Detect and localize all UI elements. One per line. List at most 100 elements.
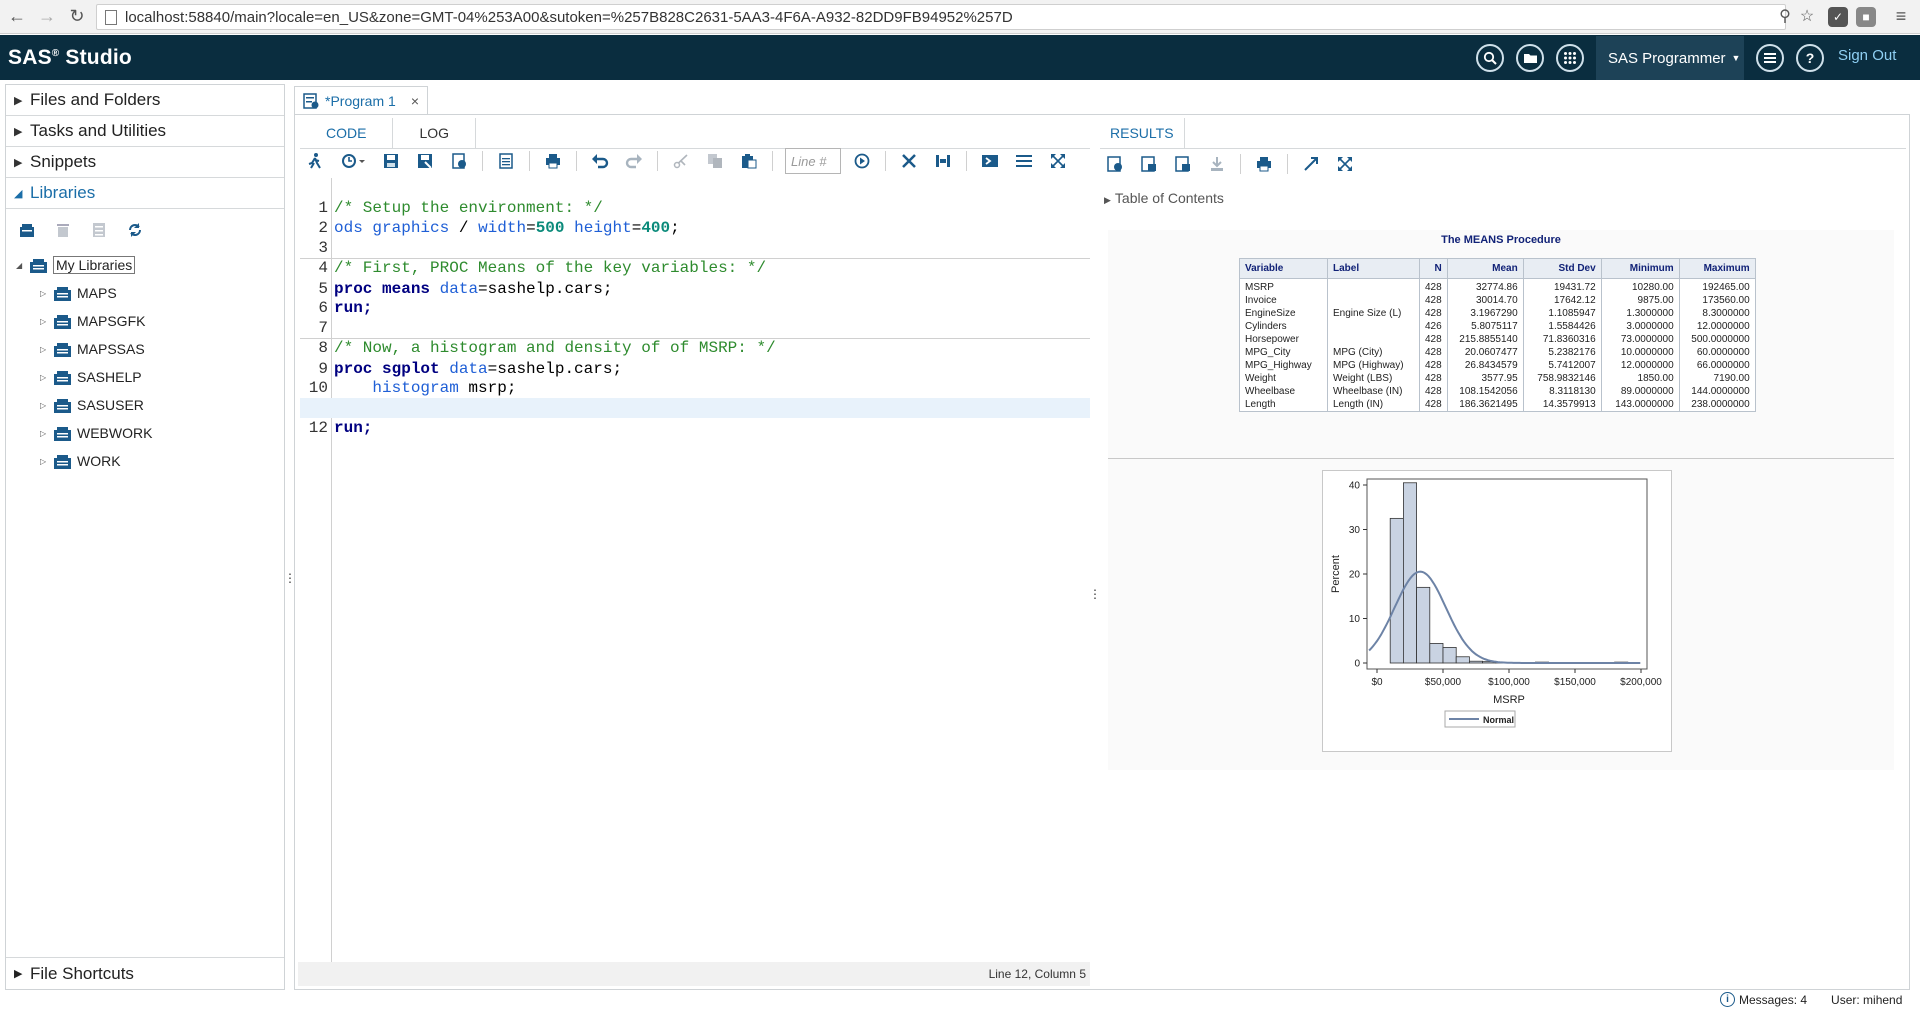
tree-label: SASUSER [77,397,144,413]
table-cell: 5.7412007 [1522,359,1602,372]
download-pdf-icon[interactable] [1138,153,1160,175]
options-menu-icon[interactable] [1756,44,1784,72]
properties-icon[interactable] [88,219,110,241]
pocket-extension-icon[interactable]: ✓ [1828,7,1848,27]
output-divider [1108,458,1894,459]
print-icon[interactable] [542,150,564,172]
table-cell: 1.1085947 [1522,307,1602,320]
tab-code[interactable]: CODE [300,118,394,148]
run-icon[interactable] [304,150,326,172]
folder-icon[interactable] [1516,44,1544,72]
tree-node-mapssas[interactable]: ▷ MAPSSAS [6,335,284,363]
tree-node-webwork[interactable]: ▷ WEBWORK [6,419,284,447]
table-cell: 186.3621495 [1446,398,1524,412]
apps-grid-icon[interactable] [1556,44,1584,72]
new-library-icon[interactable] [16,219,38,241]
table-cell: 3.1967290 [1446,307,1524,320]
sign-out-link[interactable]: Sign Out [1838,47,1896,64]
column-header: N [1419,258,1448,279]
app-title: SAS® Studio [8,45,132,69]
expand-icon: ▶ [1104,195,1111,205]
table-cell: 30014.70 [1446,294,1524,307]
download-html-icon[interactable] [1104,153,1126,175]
save-icon[interactable] [380,150,402,172]
clear-code-icon[interactable] [898,150,920,172]
refresh-icon[interactable] [124,219,146,241]
toolbar-separator [772,151,773,171]
table-of-contents-toggle[interactable]: ▶ Table of Contents [1104,190,1224,206]
format-code-icon[interactable] [932,150,954,172]
print-icon[interactable] [1253,153,1275,175]
table-cell: 143.0000000 [1600,398,1680,412]
download-icon[interactable] [448,150,470,172]
maximize-icon[interactable] [1047,150,1069,172]
help-icon[interactable]: ? [1796,44,1824,72]
tree-node-work[interactable]: ▷ WORK [6,447,284,475]
tree-node-mapsgfk[interactable]: ▷ MAPSGFK [6,307,284,335]
maximize-icon[interactable] [1334,153,1356,175]
forward-icon[interactable]: → [34,4,60,30]
download-icon[interactable] [1206,153,1228,175]
tree-node-my-libraries[interactable]: ◢ My Libraries [6,251,284,279]
new-file-icon[interactable] [495,150,517,172]
messages-count[interactable]: Messages: 4 [1739,993,1807,1007]
expand-icon: ▶ [14,156,23,169]
tree-node-sasuser[interactable]: ▷ SASUSER [6,391,284,419]
bookmark-star-icon[interactable]: ☆ [1796,5,1818,27]
table-cell: MPG (City) [1327,346,1420,359]
browser-menu-icon[interactable]: ≡ [1890,5,1912,27]
table-cell: 1.3000000 [1600,307,1680,320]
code-line: 6 run; [318,299,373,317]
address-bar[interactable]: localhost:58840/main?locale=en_US&zone=G… [96,4,1786,30]
msrp-histogram-chart: 0 10 20 30 40 $0 $50,000 $100,000 $150,000 $200,0… [1330,478,1662,728]
search-icon[interactable] [1476,44,1504,72]
back-icon[interactable]: ← [4,4,30,30]
code-editor[interactable]: 1/* Setup the environment: */ 2 ods graph… [300,178,1090,968]
tab-log[interactable]: LOG [393,118,477,148]
perspective-menu[interactable]: SAS Programmer ▼ [1596,36,1744,80]
redo-icon[interactable] [623,150,645,172]
tree-node-sashelp[interactable]: ▷ SASHELP [6,363,284,391]
table-row: Cylinders 426 5.8075117 1.5584426 3.0000000 1… [1239,320,1756,333]
history-icon[interactable] [338,150,368,172]
table-cell: 238.0000000 [1678,398,1756,412]
zoom-icon[interactable]: ⚲ [1774,5,1796,27]
open-in-new-window-icon[interactable] [1300,153,1322,175]
section-snippets[interactable]: ▶ Snippets [6,147,284,178]
expand-icon: ▶ [14,968,23,980]
table-cell: Wheelbase [1239,385,1328,398]
table-cell: 428 [1419,398,1448,412]
url-text: localhost:58840/main?locale=en_US&zone=G… [125,8,1013,26]
close-icon[interactable]: × [411,93,419,109]
table-cell: Length [1239,398,1328,412]
reload-icon[interactable]: ↻ [64,4,90,30]
go-to-line-icon[interactable] [851,150,873,172]
code-line: 5 proc means data=sashelp.cars; [300,258,1090,298]
save-as-icon[interactable] [414,150,436,172]
table-cell: EngineSize [1239,307,1328,320]
cut-icon[interactable] [670,150,692,172]
extension-icon[interactable]: ■ [1856,7,1876,27]
table-cell: 9875.00 [1600,294,1680,307]
tree-node-maps[interactable]: ▷ MAPS [6,279,284,307]
editor-splitter-handle[interactable]: ⋮ [1089,588,1101,600]
submit-selected-icon[interactable] [979,150,1001,172]
table-cell: 10.0000000 [1600,346,1680,359]
delete-icon[interactable] [52,219,74,241]
tab-results[interactable]: RESULTS [1100,118,1185,148]
tab-program-1[interactable]: *Program 1 × [294,86,428,114]
section-files-and-folders[interactable]: ▶ Files and Folders [6,85,284,116]
table-row: MPG_Highway MPG (Highway) 428 26.8434579 5.7… [1239,359,1756,372]
section-file-shortcuts[interactable]: ▶ File Shortcuts [6,957,284,989]
section-libraries[interactable]: ◢ Libraries [6,178,284,209]
paste-icon[interactable] [738,150,760,172]
undo-icon[interactable] [589,150,611,172]
line-number-input[interactable]: Line # [785,148,841,174]
section-tasks-and-utilities[interactable]: ▶ Tasks and Utilities [6,116,284,147]
options-list-icon[interactable] [1013,150,1035,172]
tab-label: *Program 1 [325,92,396,109]
code-line: 10 histogram msrp; [308,379,517,397]
table-row: Invoice 428 30014.70 17642.12 9875.00 173560.… [1239,294,1756,307]
download-rtf-icon[interactable] [1172,153,1194,175]
copy-icon[interactable] [704,150,726,172]
